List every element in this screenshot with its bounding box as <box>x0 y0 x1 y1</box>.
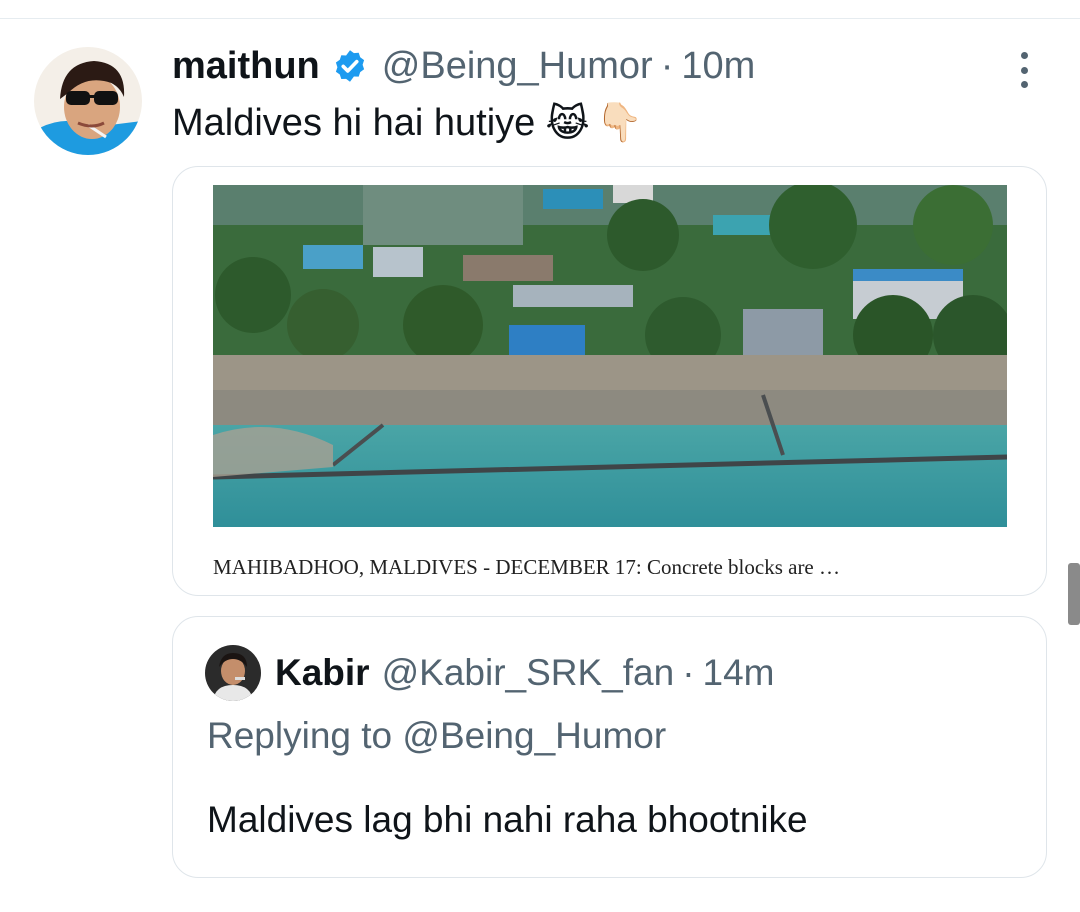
tweet-body: maithun @Being_Humor · 10m Maldives hi h… <box>172 40 1052 150</box>
scrollbar-thumb[interactable] <box>1068 563 1080 625</box>
header-separator: · <box>660 44 674 87</box>
tweet-timestamp[interactable]: 10m <box>681 45 755 88</box>
top-divider <box>0 18 1080 19</box>
quote-header: Kabir @Kabir_SRK_fan · 14m <box>205 645 775 701</box>
quote-author-avatar[interactable] <box>205 645 261 701</box>
verified-badge-icon[interactable] <box>332 48 368 84</box>
quote-author-name[interactable]: Kabir <box>275 652 370 694</box>
author-avatar[interactable] <box>34 47 142 155</box>
media-photo[interactable] <box>213 185 1007 527</box>
quote-header-separator: · <box>682 652 695 693</box>
quote-author-handle[interactable]: @Kabir_SRK_fan <box>382 652 675 694</box>
quote-replying-to[interactable]: Replying to @Being_Humor <box>207 715 666 757</box>
media-caption: MAHIBADHOO, MALDIVES - DECEMBER 17: Conc… <box>213 555 841 579</box>
pointing-down-emoji-icon: 👇🏻 <box>595 102 644 144</box>
quote-text: Maldives lag bhi nahi raha bhootnike <box>207 799 808 840</box>
quoted-tweet-card[interactable]: Kabir @Kabir_SRK_fan · 14m Replying to @… <box>172 616 1047 878</box>
tweet-text-content: Maldives hi hai hutiye <box>172 101 536 144</box>
media-card[interactable]: MAHIBADHOO, MALDIVES - DECEMBER 17: Conc… <box>172 166 1047 596</box>
more-options-icon[interactable] <box>1016 52 1032 88</box>
tweet-text: Maldives hi hai hutiye 😹 👇🏻 <box>172 96 1052 150</box>
quote-timestamp[interactable]: 14m <box>703 652 775 694</box>
author-handle[interactable]: @Being_Humor <box>382 45 653 88</box>
cat-joy-emoji-icon: 😹 <box>545 102 590 145</box>
author-name[interactable]: maithun <box>172 45 320 88</box>
tweet-header: maithun @Being_Humor · 10m <box>172 40 1052 92</box>
